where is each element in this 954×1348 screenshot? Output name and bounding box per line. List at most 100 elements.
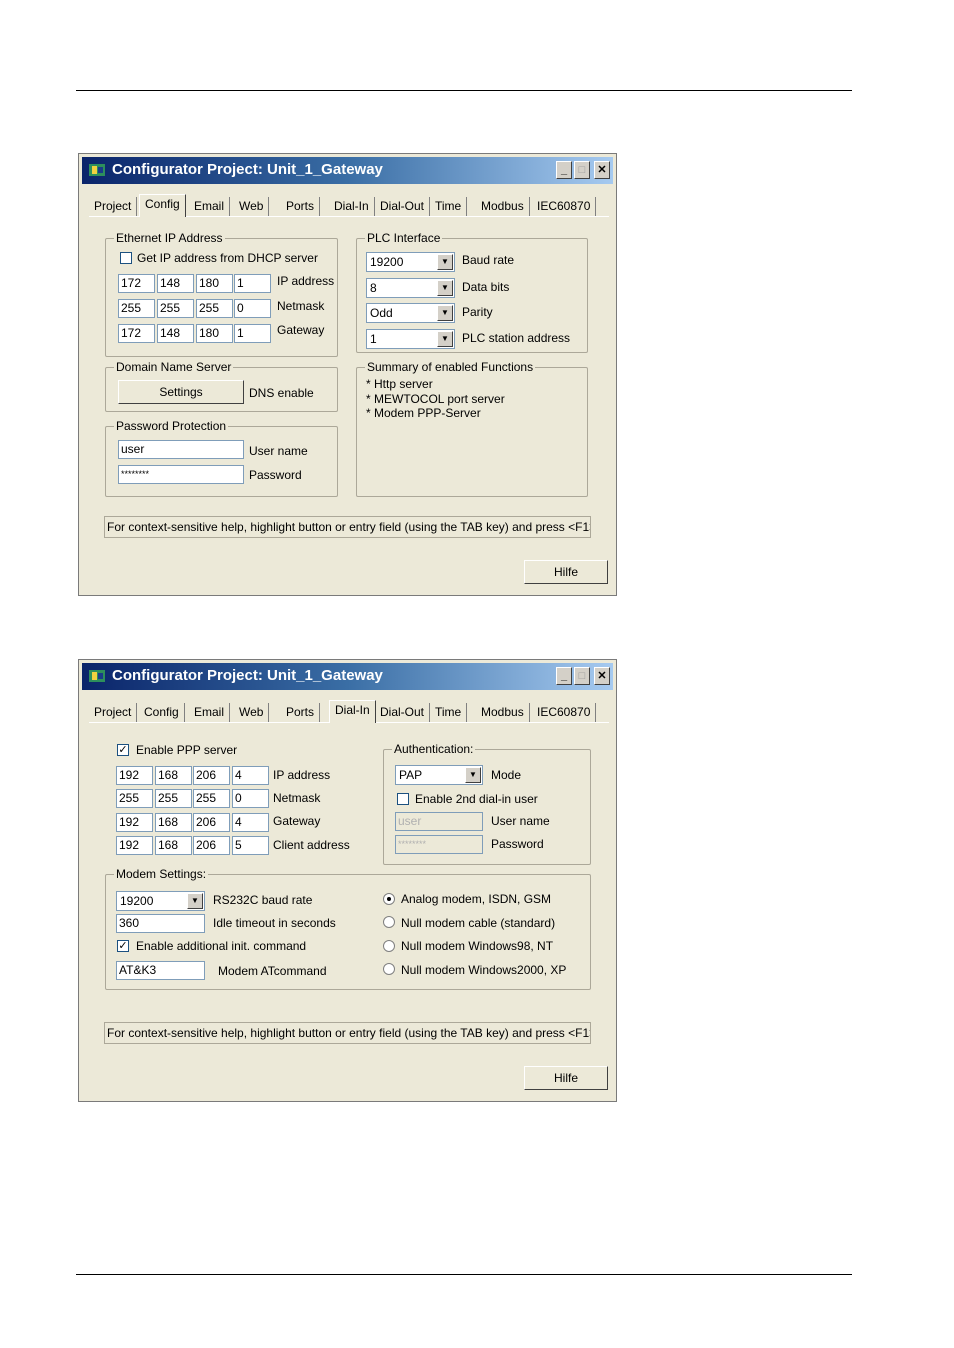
netmask-octet-1[interactable]: 255 xyxy=(118,299,155,318)
dhcp-checkbox[interactable] xyxy=(120,252,132,264)
radio-null-modem-win2000[interactable] xyxy=(383,963,395,975)
dns-enable-label: DNS enable xyxy=(249,386,314,400)
gateway-octet-4[interactable]: 1 xyxy=(234,324,271,343)
app-icon xyxy=(89,670,105,682)
data-bits-select[interactable]: 8 ▼ xyxy=(366,278,455,298)
netmask-octet-4[interactable]: 0 xyxy=(234,299,271,318)
at-command-input[interactable]: AT&K3 xyxy=(116,961,205,980)
tab-email[interactable]: Email xyxy=(189,703,231,722)
ppp-netmask-octet-4[interactable]: 0 xyxy=(232,789,269,808)
summary-item: * Http server xyxy=(366,377,433,391)
minimize-icon[interactable]: _ xyxy=(556,667,572,685)
ppp-netmask-octet-1[interactable]: 255 xyxy=(116,789,153,808)
auth-mode-select[interactable]: PAP ▼ xyxy=(395,765,483,785)
init-command-checkbox[interactable]: ✓ xyxy=(117,940,129,952)
radio-null-modem-standard[interactable] xyxy=(383,916,395,928)
hilfe-button[interactable]: Hilfe xyxy=(524,560,608,584)
chevron-down-icon[interactable]: ▼ xyxy=(187,893,203,909)
modem-baud-select[interactable]: 19200 ▼ xyxy=(116,891,205,911)
ip-octet-2[interactable]: 148 xyxy=(157,274,194,293)
client-octet-1[interactable]: 192 xyxy=(116,836,153,855)
tab-config[interactable]: Config xyxy=(139,703,185,722)
auth-password-input[interactable]: ******** xyxy=(395,835,483,854)
tab-project[interactable]: Project xyxy=(89,197,138,216)
tab-web[interactable]: Web xyxy=(234,703,270,722)
netmask-octet-2[interactable]: 255 xyxy=(157,299,194,318)
ppp-ip-octet-3[interactable]: 206 xyxy=(193,766,230,785)
ip-octet-4[interactable]: 1 xyxy=(234,274,271,293)
tab-project[interactable]: Project xyxy=(89,703,138,722)
chevron-down-icon[interactable]: ▼ xyxy=(465,767,481,783)
ppp-netmask-octet-3[interactable]: 255 xyxy=(193,789,230,808)
maximize-icon[interactable]: □ xyxy=(574,667,590,685)
ppp-gateway-octet-1[interactable]: 192 xyxy=(116,813,153,832)
client-octet-2[interactable]: 168 xyxy=(155,836,192,855)
tab-iec60870[interactable]: IEC60870 xyxy=(532,197,597,216)
ppp-gateway-octet-3[interactable]: 206 xyxy=(193,813,230,832)
dns-settings-button[interactable]: Settings xyxy=(118,380,244,404)
station-address-select[interactable]: 1 ▼ xyxy=(366,329,455,349)
ip-octet-1[interactable]: 172 xyxy=(118,274,155,293)
data-bits-label: Data bits xyxy=(462,280,510,294)
gateway-octet-3[interactable]: 180 xyxy=(196,324,233,343)
tab-web[interactable]: Web xyxy=(234,197,270,216)
app-icon xyxy=(89,164,105,176)
chevron-down-icon[interactable]: ▼ xyxy=(437,280,453,296)
parity-select[interactable]: Odd ▼ xyxy=(366,303,455,323)
auth-username-input[interactable]: user xyxy=(395,812,483,831)
chevron-down-icon[interactable]: ▼ xyxy=(437,305,453,321)
tab-ports[interactable]: Ports xyxy=(281,197,321,216)
ip-octet-3[interactable]: 180 xyxy=(196,274,233,293)
second-user-checkbox[interactable] xyxy=(397,793,409,805)
parity-label: Parity xyxy=(462,305,493,319)
netmask-octet-3[interactable]: 255 xyxy=(196,299,233,318)
client-octet-4[interactable]: 5 xyxy=(232,836,269,855)
tab-time[interactable]: Time xyxy=(430,703,468,722)
gateway-label: Gateway xyxy=(277,323,325,337)
gateway-octet-1[interactable]: 172 xyxy=(118,324,155,343)
tab-ports[interactable]: Ports xyxy=(281,703,321,722)
idle-timeout-input[interactable]: 360 xyxy=(116,914,205,933)
tab-dial-out[interactable]: Dial-Out xyxy=(375,197,431,216)
maximize-icon[interactable]: □ xyxy=(574,161,590,179)
close-icon[interactable]: ✕ xyxy=(594,161,610,179)
tab-time[interactable]: Time xyxy=(430,197,468,216)
dialin-window: Configurator Project: Unit_1_Gateway _ □… xyxy=(78,659,617,1102)
client-octet-3[interactable]: 206 xyxy=(193,836,230,855)
chevron-down-icon[interactable]: ▼ xyxy=(437,331,453,347)
baud-rate-value: 19200 xyxy=(370,255,404,269)
hilfe-button[interactable]: Hilfe xyxy=(524,1066,608,1090)
ppp-ip-octet-1[interactable]: 192 xyxy=(116,766,153,785)
header-rule xyxy=(76,90,852,91)
ppp-ip-octet-2[interactable]: 168 xyxy=(155,766,192,785)
modem-baud-label: RS232C baud rate xyxy=(213,893,313,907)
password-input[interactable]: ******** xyxy=(118,465,244,484)
ppp-netmask-octet-2[interactable]: 255 xyxy=(155,789,192,808)
tab-modbus[interactable]: Modbus xyxy=(476,703,530,722)
auth-mode-value: PAP xyxy=(399,768,423,782)
tab-dial-in[interactable]: Dial-In xyxy=(329,197,375,216)
tab-modbus[interactable]: Modbus xyxy=(476,197,530,216)
ethernet-title: Ethernet IP Address xyxy=(114,231,225,245)
ppp-gateway-octet-2[interactable]: 168 xyxy=(155,813,192,832)
baud-rate-select[interactable]: 19200 ▼ xyxy=(366,252,455,272)
tab-dial-out[interactable]: Dial-Out xyxy=(375,703,431,722)
tab-config[interactable]: Config xyxy=(139,194,186,217)
radio-null-modem-win98[interactable] xyxy=(383,940,395,952)
tab-dial-in[interactable]: Dial-In xyxy=(329,700,376,723)
chevron-down-icon[interactable]: ▼ xyxy=(437,254,453,270)
close-icon[interactable]: ✕ xyxy=(594,667,610,685)
radio-analog-modem[interactable] xyxy=(383,893,395,905)
minimize-icon[interactable]: _ xyxy=(556,161,572,179)
footer-rule xyxy=(76,1274,852,1275)
gateway-octet-2[interactable]: 148 xyxy=(157,324,194,343)
auth-username-label: User name xyxy=(491,814,550,828)
second-user-label: Enable 2nd dial-in user xyxy=(415,792,538,806)
ppp-gateway-octet-4[interactable]: 4 xyxy=(232,813,269,832)
enable-ppp-checkbox[interactable]: ✓ xyxy=(117,744,129,756)
username-input[interactable]: user xyxy=(118,440,244,459)
tab-email[interactable]: Email xyxy=(189,197,231,216)
init-command-label: Enable additional init. command xyxy=(136,939,307,953)
tab-iec60870[interactable]: IEC60870 xyxy=(532,703,597,722)
ppp-ip-octet-4[interactable]: 4 xyxy=(232,766,269,785)
